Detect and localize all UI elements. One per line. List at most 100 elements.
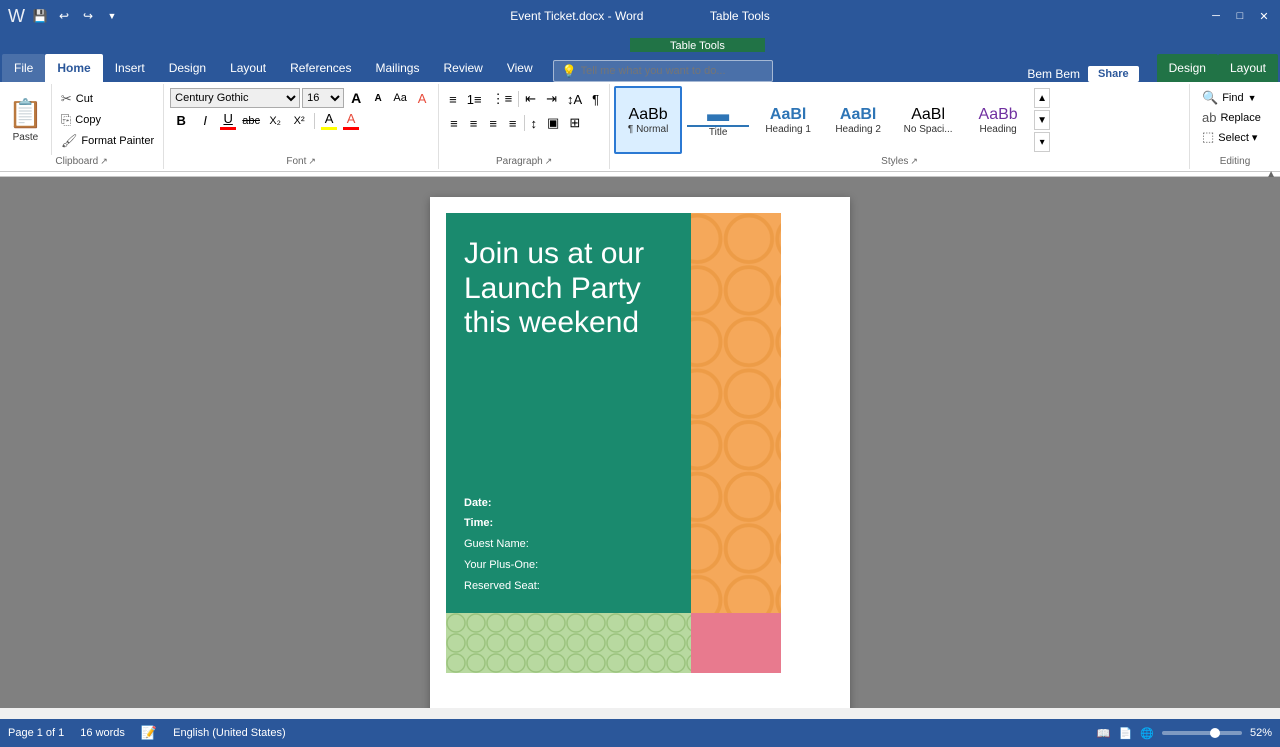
share-button[interactable]: Share <box>1088 66 1139 82</box>
font-family-select[interactable]: Century Gothic <box>170 88 300 108</box>
bold-button[interactable]: B <box>170 111 192 131</box>
title-bar-left: W 💾 ↩ ↪ ▼ <box>8 6 121 27</box>
styles-expand-icon[interactable]: ↗ <box>910 156 918 167</box>
align-left-button[interactable]: ≡ <box>445 113 463 134</box>
qat-dropdown[interactable]: ▼ <box>103 7 121 25</box>
close-button[interactable]: ✕ <box>1256 8 1272 24</box>
web-layout-button[interactable]: 🌐 <box>1140 727 1154 740</box>
tell-me-input[interactable] <box>581 65 761 77</box>
styles-scroll-down[interactable]: ▼ <box>1034 110 1050 130</box>
grow-font-button[interactable]: A <box>346 88 366 108</box>
find-icon: 🔍 <box>1202 90 1218 106</box>
text-highlight-button[interactable]: A <box>319 110 339 131</box>
tab-design[interactable]: Design <box>157 54 218 82</box>
replace-button[interactable]: ab Replace <box>1198 108 1272 127</box>
sort-button[interactable]: ↕A <box>563 89 586 110</box>
clipboard-group-label: Clipboard <box>55 156 98 167</box>
copy-button[interactable]: ⎘ Copy <box>58 111 157 129</box>
ribbon-collapse-button[interactable]: ▲ <box>1266 169 1276 180</box>
font-expand-icon[interactable]: ↗ <box>308 156 316 167</box>
style-nospace-preview: AaBl <box>911 106 945 124</box>
zoom-level: 52% <box>1250 727 1272 739</box>
styles-more[interactable]: ▾ <box>1034 132 1050 152</box>
change-case-button[interactable]: Aa <box>390 88 410 108</box>
word-icon: W <box>8 6 25 27</box>
zoom-slider[interactable] <box>1162 731 1242 735</box>
highlight-color-bar <box>321 127 337 130</box>
find-button[interactable]: 🔍 Find ▼ <box>1198 88 1272 108</box>
line-spacing-button[interactable]: ↕ <box>527 113 542 134</box>
minimize-button[interactable]: ─ <box>1208 8 1224 24</box>
table-tools-context: Table Tools <box>0 32 1280 52</box>
tab-view[interactable]: View <box>495 54 545 82</box>
tab-references[interactable]: References <box>278 54 363 82</box>
format-painter-button[interactable]: 🖌 Format Painter <box>58 132 157 150</box>
strikethrough-button[interactable]: abc <box>240 111 262 131</box>
tab-table-layout[interactable]: Layout <box>1218 54 1278 82</box>
subscript-button[interactable]: X₂ <box>264 111 286 131</box>
tab-layout[interactable]: Layout <box>218 54 278 82</box>
paragraph-expand-icon[interactable]: ↗ <box>545 156 553 167</box>
tab-mailings[interactable]: Mailings <box>363 54 431 82</box>
tab-file[interactable]: File <box>2 54 45 82</box>
title-bar-right: ─ □ ✕ <box>1208 8 1272 24</box>
status-bar-left: Page 1 of 1 16 words 📝 English (United S… <box>8 725 286 741</box>
zoom-thumb <box>1210 728 1220 738</box>
tab-insert[interactable]: Insert <box>103 54 157 82</box>
style-heading1[interactable]: AaBl Heading 1 <box>754 86 822 154</box>
ticket-main-cell: Join us at our Launch Party this weekend… <box>446 213 691 613</box>
paste-label: Paste <box>13 132 39 143</box>
format-painter-icon: 🖌 <box>61 133 78 149</box>
align-center-button[interactable]: ≡ <box>465 113 483 134</box>
style-normal-label: ¶ Normal <box>628 124 668 135</box>
undo-button[interactable]: ↩ <box>55 7 73 25</box>
bullets-button[interactable]: ≡ <box>445 89 461 110</box>
justify-button[interactable]: ≡ <box>504 113 522 134</box>
style-nospacing[interactable]: AaBl No Spaci... <box>894 86 962 154</box>
shrink-font-button[interactable]: A <box>368 88 388 108</box>
font-size-select[interactable]: 16 <box>302 88 344 108</box>
redo-button[interactable]: ↪ <box>79 7 97 25</box>
styles-scroll-up[interactable]: ▲ <box>1034 88 1050 108</box>
style-normal[interactable]: AaBb ¶ Normal <box>614 86 682 154</box>
paste-button[interactable]: 📋 Paste <box>0 84 52 155</box>
orange-pattern-svg <box>691 213 781 613</box>
word-count: 16 words <box>80 727 125 739</box>
multilevel-list-button[interactable]: ⋮≡ <box>488 88 517 110</box>
ticket-time: Time: <box>464 513 673 534</box>
style-heading2[interactable]: AaBl Heading 2 <box>824 86 892 154</box>
shading-button[interactable]: ▣ <box>543 112 563 134</box>
tab-table-design[interactable]: Design <box>1157 54 1218 82</box>
font-color-button[interactable]: A <box>341 110 361 131</box>
show-paragraph-button[interactable]: ¶ <box>588 89 603 110</box>
decrease-indent-button[interactable]: ⇤ <box>521 88 540 110</box>
tab-review[interactable]: Review <box>431 54 494 82</box>
style-heading-preview: AaBb <box>979 106 1018 124</box>
style-heading[interactable]: AaBb Heading <box>964 86 1032 154</box>
increase-indent-button[interactable]: ⇥ <box>542 88 561 110</box>
italic-button[interactable]: I <box>194 111 216 131</box>
clear-formatting-button[interactable]: A <box>412 88 432 108</box>
style-nospace-label: No Spaci... <box>904 124 953 135</box>
tab-home[interactable]: Home <box>45 54 102 82</box>
cut-button[interactable]: ✂ Cut <box>58 90 157 108</box>
user-name: Bem Bem <box>1027 67 1080 81</box>
paragraph-group-label: Paragraph <box>496 156 543 167</box>
font-group-label: Font <box>286 156 306 167</box>
select-button[interactable]: ⬚ Select ▾ <box>1198 127 1272 147</box>
align-right-button[interactable]: ≡ <box>484 113 502 134</box>
save-button[interactable]: 💾 <box>31 7 49 25</box>
clipboard-expand-icon[interactable]: ↗ <box>100 156 108 167</box>
restore-button[interactable]: □ <box>1232 8 1248 24</box>
numbering-button[interactable]: 1≡ <box>463 89 486 110</box>
replace-icon: ab <box>1202 110 1216 125</box>
print-layout-button[interactable]: 📄 <box>1119 727 1133 740</box>
borders-button[interactable]: ⊞ <box>565 112 584 134</box>
read-mode-button[interactable]: 📖 <box>1097 727 1111 740</box>
style-title[interactable]: ▬ Title <box>684 86 752 154</box>
underline-button[interactable]: U <box>218 110 238 131</box>
superscript-button[interactable]: X² <box>288 111 310 131</box>
style-title-preview: ▬ <box>687 103 749 127</box>
ticket-green-bottom-cell <box>446 613 691 673</box>
underline-color-bar <box>220 127 236 130</box>
